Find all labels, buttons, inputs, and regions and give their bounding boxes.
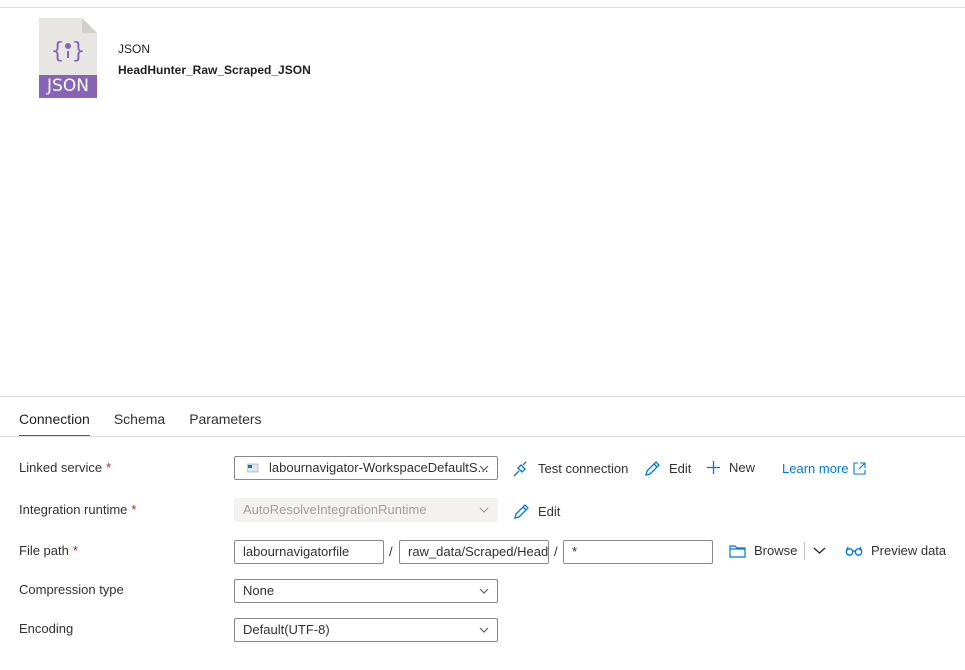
plug-icon <box>513 461 527 477</box>
integration-runtime-value: AutoResolveIntegrationRuntime <box>243 502 427 517</box>
preview-data-label: Preview data <box>871 543 947 558</box>
encoding-label: Encoding <box>19 621 73 636</box>
browse-dropdown-button[interactable] <box>813 546 834 555</box>
integration-runtime-edit-button[interactable]: Edit <box>513 503 560 520</box>
preview-data-button[interactable]: Preview data <box>845 543 946 558</box>
encoding-value: Default(UTF-8) <box>243 622 330 637</box>
tab-schema[interactable]: Schema <box>114 410 165 437</box>
file-path-label-text: File path <box>19 543 69 558</box>
linked-service-label: Linked service * <box>19 460 111 475</box>
edit-label: Edit <box>669 461 692 476</box>
required-marker: * <box>131 502 137 517</box>
folder-icon <box>729 544 746 558</box>
file-path-label: File path * <box>19 543 78 558</box>
file-path-directory-input[interactable]: raw_data/Scraped/Head <box>399 540 549 564</box>
plus-icon <box>707 461 720 474</box>
new-label: New <box>729 460 756 475</box>
encoding-label-text: Encoding <box>19 621 74 636</box>
integration-runtime-label-text: Integration runtime <box>19 502 128 517</box>
linked-service-new-button[interactable]: New <box>706 460 755 475</box>
compression-type-label: Compression type <box>19 582 124 597</box>
top-divider <box>0 7 965 8</box>
chevron-down-icon <box>479 627 489 633</box>
tab-connection[interactable]: Connection <box>19 410 90 437</box>
learn-more-link[interactable]: Learn more <box>782 461 874 476</box>
edit-label: Edit <box>538 504 561 519</box>
dataset-type: JSON <box>118 42 151 56</box>
container-value: labournavigatorfile <box>243 544 350 559</box>
tab-bar: Connection Schema Parameters <box>19 410 286 437</box>
browse-label: Browse <box>754 543 798 558</box>
chevron-down-icon <box>813 547 826 554</box>
json-icon-label: JSON <box>47 76 89 96</box>
chevron-down-icon <box>479 588 489 594</box>
pencil-icon <box>645 461 660 476</box>
file-path-container-input[interactable]: labournavigatorfile <box>234 540 384 564</box>
glasses-icon <box>845 546 863 556</box>
compression-type-label-text: Compression type <box>19 582 124 597</box>
external-link-icon <box>853 462 867 475</box>
linked-service-edit-button[interactable]: Edit <box>644 460 691 477</box>
pencil-icon <box>514 504 529 519</box>
chevron-down-icon <box>479 507 489 513</box>
directory-value: raw_data/Scraped/Head <box>408 544 549 559</box>
path-separator: / <box>554 544 558 559</box>
encoding-select[interactable]: Default(UTF-8) <box>234 618 498 642</box>
linked-service-label-text: Linked service <box>19 460 103 475</box>
learn-more-label: Learn more <box>782 461 849 476</box>
required-marker: * <box>72 543 78 558</box>
test-connection-button[interactable]: Test connection <box>513 460 628 477</box>
button-separator <box>804 542 805 560</box>
file-value: * <box>572 544 578 559</box>
integration-runtime-label: Integration runtime * <box>19 502 136 517</box>
compression-type-select[interactable]: None <box>234 579 498 603</box>
json-file-icon: { } JSON <box>38 18 98 98</box>
tabs-divider <box>0 436 965 437</box>
section-divider <box>0 396 965 397</box>
linked-service-value: labournavigator-WorkspaceDefaultS... <box>269 460 489 475</box>
compression-type-value: None <box>243 583 275 598</box>
dataset-name: HeadHunter_Raw_Scraped_JSON <box>118 63 311 77</box>
test-connection-label: Test connection <box>538 461 629 476</box>
tab-parameters[interactable]: Parameters <box>189 410 261 437</box>
linked-service-select[interactable]: labournavigator-WorkspaceDefaultS... <box>234 456 498 480</box>
chevron-down-icon <box>479 465 489 471</box>
file-path-file-input[interactable]: * <box>563 540 713 564</box>
storage-icon <box>246 458 259 479</box>
required-marker: * <box>106 460 112 475</box>
path-separator: / <box>389 544 393 559</box>
integration-runtime-select[interactable]: AutoResolveIntegrationRuntime <box>234 498 498 522</box>
browse-button[interactable]: Browse <box>729 543 797 558</box>
